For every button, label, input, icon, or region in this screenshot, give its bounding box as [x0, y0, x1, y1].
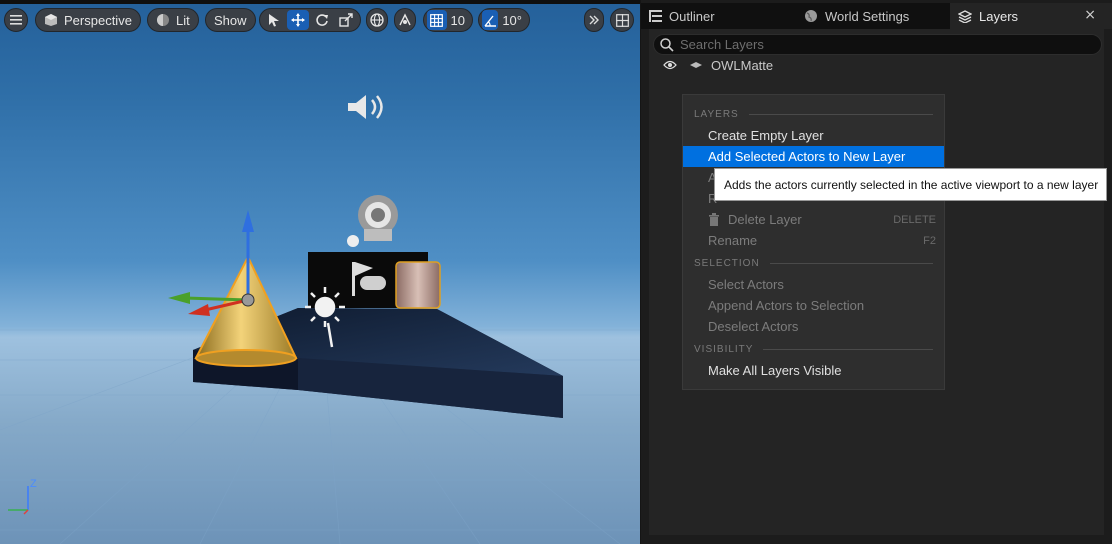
menu-item-rename[interactable]: Rename F2	[683, 230, 944, 251]
menu-item-add-selected-actors[interactable]: Add Selected Actors to New Layer	[683, 146, 944, 167]
menu-item-delete-layer[interactable]: Delete Layer DELETE	[683, 209, 944, 230]
layers-context-menu: LAYERS Create Empty Layer Add Selected A…	[682, 94, 945, 390]
scene-render	[0, 95, 640, 544]
cube-icon	[45, 14, 57, 26]
select-tool-button[interactable]	[263, 10, 285, 30]
layers-icon	[958, 9, 972, 23]
surface-snap-button[interactable]	[394, 8, 416, 32]
layout-grid-icon	[615, 13, 629, 27]
section-title: LAYERS	[694, 108, 739, 120]
layer-name: OWLMatte	[711, 57, 774, 73]
rotation-snap-value[interactable]: 10°	[500, 13, 526, 28]
menu-item-label: Delete Layer	[728, 212, 802, 227]
cursor-icon	[269, 14, 279, 27]
eye-icon[interactable]	[663, 60, 677, 70]
section-header-visibility: VISIBILITY	[694, 343, 933, 355]
menu-item-label: Rename	[708, 233, 758, 248]
scale-icon	[339, 13, 353, 27]
panel-tabbar: Outliner World Settings Layers ×	[641, 3, 1112, 29]
section-header-layers: LAYERS	[694, 108, 933, 120]
menu-item-create-empty-layer[interactable]: Create Empty Layer	[683, 125, 944, 146]
viewport-layout-button[interactable]	[610, 8, 634, 32]
globe-icon	[805, 10, 817, 22]
menu-item-append-actors[interactable]: Append Actors to Selection	[683, 295, 944, 316]
tab-world-settings[interactable]: World Settings	[796, 3, 946, 29]
hamburger-icon	[10, 15, 22, 25]
tooltip: Adds the actors currently selected in th…	[714, 168, 1108, 201]
lit-label: Lit	[176, 12, 190, 28]
grid-icon	[430, 13, 444, 27]
section-header-selection: SELECTION	[694, 257, 933, 269]
tab-outliner-label: Outliner	[669, 8, 715, 24]
level-viewport[interactable]: Perspective Lit Show 10 10° Z	[0, 0, 640, 544]
close-tab-button[interactable]: ×	[1084, 7, 1096, 23]
layer-row[interactable]: OWLMatte	[663, 57, 773, 73]
show-button[interactable]: Show	[205, 8, 256, 32]
grid-snap-value[interactable]: 10	[449, 13, 469, 28]
translate-tool-button[interactable]	[287, 10, 309, 30]
perspective-label: Perspective	[64, 12, 132, 28]
trash-icon	[709, 213, 719, 226]
search-box	[653, 34, 1102, 55]
menu-item-label: Add Selected Actors to New Layer	[708, 149, 906, 164]
more-options-button[interactable]	[584, 8, 604, 32]
transform-tools	[259, 8, 361, 32]
surface-snap-icon	[399, 13, 411, 26]
coordinate-space-button[interactable]	[366, 8, 388, 32]
double-chevron-right-icon	[589, 15, 599, 25]
menu-item-shortcut: DELETE	[893, 213, 936, 226]
search-input[interactable]	[680, 36, 1090, 53]
menu-item-select-actors[interactable]: Select Actors	[683, 274, 944, 295]
viewport-menu-button[interactable]	[4, 8, 28, 32]
axis-z-label: Z	[30, 478, 37, 490]
menu-item-shortcut: F2	[923, 234, 936, 247]
search-icon	[660, 38, 674, 52]
menu-item-label: Create Empty Layer	[708, 128, 824, 143]
section-title: VISIBILITY	[694, 343, 754, 355]
rotate-tool-button[interactable]	[311, 10, 333, 30]
perspective-button[interactable]: Perspective	[35, 8, 141, 32]
rotation-snap-group: 10°	[478, 8, 530, 32]
section-title: SELECTION	[694, 257, 760, 269]
move-arrows-icon	[291, 13, 305, 27]
menu-item-label: Make All Layers Visible	[708, 363, 842, 378]
lit-sphere-icon	[157, 14, 169, 26]
tab-layers-label: Layers	[979, 8, 1019, 24]
rotate-icon	[316, 14, 328, 26]
tab-world-settings-label: World Settings	[825, 8, 910, 24]
menu-item-label: Deselect Actors	[708, 319, 799, 334]
view-mode-button[interactable]: Lit	[147, 8, 199, 32]
layer-icon	[690, 62, 702, 68]
menu-item-deselect-actors[interactable]: Deselect Actors	[683, 316, 944, 337]
globe-icon	[370, 13, 384, 27]
grid-snap-group: 10	[423, 8, 473, 32]
tab-outliner[interactable]: Outliner	[641, 3, 791, 29]
rotation-snap-toggle[interactable]	[482, 10, 499, 30]
menu-item-make-all-visible[interactable]: Make All Layers Visible	[683, 360, 944, 381]
show-label: Show	[214, 12, 247, 28]
angle-icon	[484, 15, 496, 27]
outliner-icon	[649, 10, 662, 22]
menu-item-label: Append Actors to Selection	[708, 298, 865, 313]
tooltip-text: Adds the actors currently selected in th…	[724, 177, 1099, 192]
scale-tool-button[interactable]	[335, 10, 357, 30]
menu-item-label: Select Actors	[708, 277, 784, 292]
grid-snap-toggle[interactable]	[427, 10, 447, 30]
